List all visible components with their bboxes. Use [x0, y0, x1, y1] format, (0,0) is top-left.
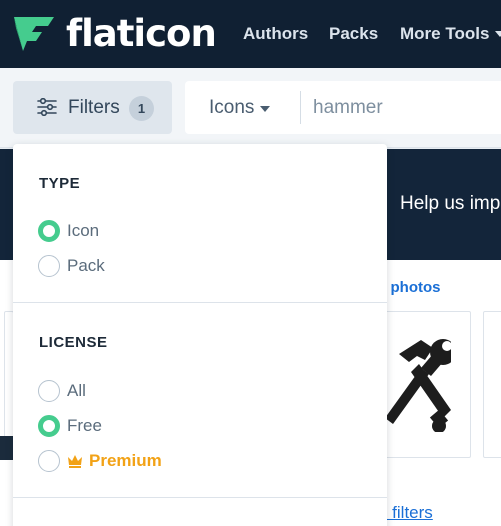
resource-type-value: Icons: [209, 97, 255, 118]
section-divider: [13, 302, 387, 303]
license-option-premium[interactable]: Premium: [38, 450, 162, 472]
filters-count-badge: 1: [129, 96, 154, 121]
chevron-down-icon: [260, 106, 271, 112]
flaticon-logo[interactable]: flaticon: [12, 14, 217, 54]
crown-icon: [68, 455, 82, 468]
nav-authors-link[interactable]: Authors: [243, 24, 308, 44]
option-label: All: [67, 381, 86, 400]
type-section-title: TYPE: [39, 175, 81, 192]
nav-more-tools-menu[interactable]: More Tools: [400, 24, 501, 44]
radio-unchecked[interactable]: [38, 380, 60, 402]
filters-dropdown: TYPE Icon Pack LICENSE All Free Premium: [13, 144, 387, 526]
radio-checked[interactable]: [38, 415, 60, 437]
type-option-icon[interactable]: Icon: [38, 220, 99, 242]
chevron-down-icon: [495, 31, 501, 37]
tile-badge: [0, 436, 14, 460]
option-label: Pack: [67, 256, 105, 275]
top-navbar: flaticon Authors Packs More Tools: [0, 0, 501, 68]
option-label: Free: [67, 416, 102, 435]
filters-label: Filters: [68, 97, 120, 118]
radio-unchecked[interactable]: [38, 255, 60, 277]
sliders-icon: [37, 98, 57, 116]
option-label: Premium: [89, 451, 162, 470]
section-divider: [13, 497, 387, 498]
search-input[interactable]: [313, 94, 498, 121]
banner-text: Help us imp: [400, 193, 501, 214]
filters-button[interactable]: Filters 1: [13, 81, 172, 134]
type-option-pack[interactable]: Pack: [38, 255, 105, 277]
logo-wordmark: flaticon: [66, 12, 217, 55]
photos-link[interactable]: e photos: [378, 279, 441, 297]
license-section-title: LICENSE: [39, 334, 108, 351]
resource-type-select[interactable]: Icons: [209, 97, 271, 119]
flaticon-logo-icon: [14, 17, 54, 51]
result-tile[interactable]: [483, 311, 501, 458]
license-option-free[interactable]: Free: [38, 415, 102, 437]
search-divider: [300, 91, 301, 124]
license-option-all[interactable]: All: [38, 380, 86, 402]
option-label: Icon: [67, 221, 100, 240]
search-bar-row: Filters 1 Icons: [0, 68, 501, 148]
search-box: Icons: [185, 81, 501, 134]
nav-more-tools-label: More Tools: [400, 24, 490, 43]
radio-unchecked[interactable]: [38, 450, 60, 472]
nav-packs-link[interactable]: Packs: [329, 24, 378, 44]
radio-checked[interactable]: [38, 220, 60, 242]
tools-icon: [385, 339, 451, 432]
